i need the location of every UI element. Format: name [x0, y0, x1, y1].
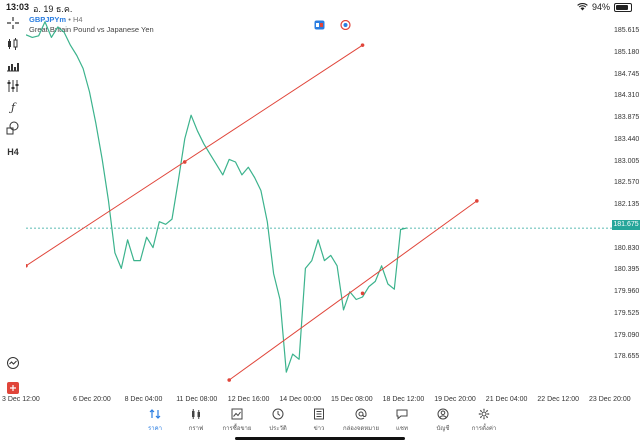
- time-axis-label: 23 Dec 20:00: [589, 396, 631, 403]
- price-series-line: [26, 21, 408, 373]
- trade-chart-icon: [217, 408, 257, 422]
- time-axis-label: 11 Dec 08:00: [176, 396, 218, 403]
- trendline-1-point-3: [182, 160, 187, 164]
- trendline-2-point-3: [360, 291, 365, 296]
- wifi-icon: [577, 3, 588, 11]
- price-axis-label: 179.090: [614, 331, 640, 339]
- nav-label: ข่าว: [313, 426, 325, 432]
- time-axis-label: 3 Dec 12:00: [2, 396, 40, 403]
- price-axis-label: 182.135: [614, 201, 640, 208]
- trendline-1: [26, 44, 363, 267]
- nav-label: แชท: [396, 426, 408, 432]
- time-axis-label: 21 Dec 04:00: [485, 396, 528, 403]
- nav-item-3[interactable]: การซื้อขาย: [217, 408, 257, 433]
- status-bar: 13:03 อ. 19 ธ.ค. 94%: [0, 0, 640, 14]
- nav-item-6[interactable]: กล่องจดหมาย: [341, 408, 381, 433]
- nav-label: การตั้งค่า: [471, 426, 497, 432]
- price-axis-label: 184.310: [614, 92, 640, 100]
- left-toolbar: ƒ H4: [0, 14, 26, 414]
- status-time: 13:03: [6, 2, 30, 12]
- current-price-tag: 181.675: [612, 220, 640, 230]
- nav-item-5[interactable]: ข่าว: [299, 408, 339, 433]
- time-axis-label: 8 Dec 04:00: [124, 396, 163, 403]
- trendline-1-point-2: [360, 43, 365, 47]
- battery-percent: 94%: [591, 2, 610, 12]
- nav-label: กล่องจดหมาย: [342, 426, 380, 432]
- price-axis-label: 185.615: [614, 27, 640, 34]
- chat-bubble-icon: [382, 408, 422, 422]
- candlestick-icon[interactable]: [5, 37, 21, 53]
- nav-item-9[interactable]: การตั้งค่า: [464, 408, 504, 433]
- nav-label: กราฟ: [188, 426, 204, 432]
- indicators-icon[interactable]: [5, 58, 21, 74]
- nav-item-8[interactable]: บัญชี: [423, 408, 463, 433]
- price-axis-label: 180.395: [614, 266, 640, 274]
- candlestick-chart-icon: [176, 408, 216, 422]
- nav-item-1[interactable]: ราคา: [135, 408, 175, 433]
- shapes-icon[interactable]: [5, 121, 21, 137]
- price-chart[interactable]: [26, 14, 612, 393]
- price-axis-label: 183.875: [614, 114, 640, 121]
- timeframe-button[interactable]: H4: [5, 144, 21, 160]
- nav-label: บัญชี: [436, 426, 450, 432]
- time-axis: 3 Dec 12:00 6 Dec 20:00 8 Dec 04:00 11 Dec …: [0, 393, 631, 407]
- price-axis-label: 178.655: [614, 353, 640, 361]
- bottom-navigation: ราคา กราฟ การซื้อขาย ประวัติ ข่าว กล่องจดหมาย…: [0, 406, 640, 447]
- time-axis-label: 14 Dec 00:00: [279, 396, 322, 403]
- time-axis-label: 6 Dec 20:00: [73, 396, 111, 403]
- nav-item-4[interactable]: ประวัติ: [258, 408, 298, 433]
- time-axis-label: 22 Dec 12:00: [537, 396, 580, 403]
- nav-label: ประวัติ: [269, 426, 287, 432]
- nav-item-7[interactable]: แชท: [382, 408, 422, 433]
- nav-label: ราคา: [148, 426, 162, 432]
- price-axis-label: 184.745: [614, 70, 640, 78]
- home-indicator: [235, 437, 405, 440]
- account-person-icon: [423, 408, 463, 422]
- nav-item-2[interactable]: กราฟ: [176, 408, 216, 433]
- price-axis-label: 179.525: [614, 309, 640, 317]
- quotes-arrows-icon: [135, 408, 175, 422]
- crosshair-icon[interactable]: [5, 16, 21, 32]
- sliders-icon[interactable]: [5, 79, 21, 95]
- news-icon: [299, 408, 339, 422]
- time-axis-label: 19 Dec 20:00: [434, 396, 476, 403]
- price-axis-label: 182.570: [614, 179, 640, 187]
- price-axis-label: 183.005: [614, 157, 640, 165]
- function-icon[interactable]: ƒ: [5, 100, 21, 116]
- history-clock-icon: [258, 408, 298, 422]
- status-right: 94%: [577, 2, 632, 12]
- price-axis-label: 179.960: [614, 288, 640, 295]
- price-axis: 185.615 185.180 184.745 184.310 183.875 183.4…: [612, 14, 640, 406]
- price-axis-label: 183.440: [614, 135, 640, 143]
- time-axis-label: 15 Dec 08:00: [331, 396, 373, 403]
- settings-gear-icon: [464, 408, 504, 422]
- trendline-2-point-1: [227, 378, 231, 382]
- battery-icon: [614, 2, 632, 12]
- price-axis-label: 185.180: [614, 48, 640, 56]
- mailbox-at-icon: [341, 408, 381, 422]
- time-axis-label: 18 Dec 12:00: [382, 396, 425, 403]
- trendline-2-point-2: [475, 199, 479, 203]
- time-axis-label: 12 Dec 16:00: [227, 396, 270, 403]
- chart-search-icon[interactable]: [5, 356, 21, 372]
- price-axis-label: 180.830: [614, 244, 640, 252]
- nav-label: การซื้อขาย: [222, 426, 252, 432]
